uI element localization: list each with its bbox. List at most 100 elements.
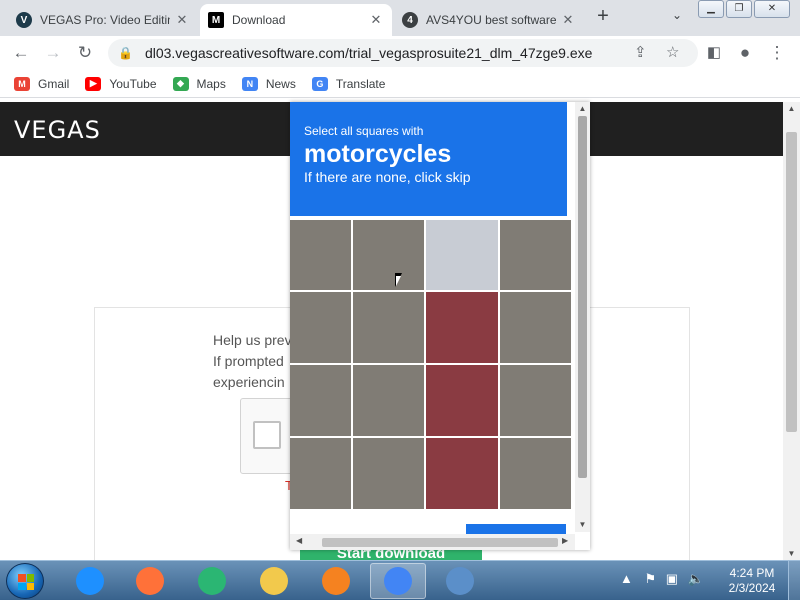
- captcha-footer: [290, 514, 575, 544]
- bookmark-label: YouTube: [109, 76, 157, 91]
- tab-download[interactable]: M Download ✕: [200, 4, 392, 36]
- tab-avs4you[interactable]: 4 AVS4YOU best software ✕: [394, 4, 584, 36]
- captcha-tile[interactable]: [353, 220, 424, 290]
- captcha-tile[interactable]: [500, 438, 571, 509]
- scroll-up-icon[interactable]: ▲: [786, 104, 797, 113]
- captcha-tile[interactable]: [290, 220, 351, 290]
- captcha-tile[interactable]: [290, 292, 351, 363]
- address-bar[interactable]: 🔒 dl03.vegascreativesoftware.com/trial_v…: [108, 39, 698, 67]
- mouse-cursor-fill: [396, 276, 401, 286]
- taskbar-app[interactable]: [432, 563, 488, 599]
- bookmark-maps[interactable]: ◆ Maps: [172, 76, 226, 91]
- captcha-header: Select all squares with motorcycles If t…: [290, 102, 567, 216]
- clock[interactable]: 4:24 PM 2/3/2024: [722, 566, 782, 596]
- vegas-logo[interactable]: VEGAS: [14, 116, 101, 144]
- captcha-tile[interactable]: [500, 365, 571, 436]
- network-icon[interactable]: ▣: [666, 571, 678, 586]
- captcha-target: motorcycles: [304, 140, 452, 168]
- back-arrow-icon[interactable]: ←: [10, 42, 32, 64]
- captcha-tile[interactable]: [353, 438, 424, 509]
- chevron-down-icon[interactable]: ⌄: [672, 8, 682, 22]
- scroll-right-icon[interactable]: ▶: [562, 536, 568, 545]
- taskbar-app[interactable]: [122, 563, 178, 599]
- file-explorer-icon: [260, 567, 288, 595]
- close-icon[interactable]: ✕: [560, 12, 576, 28]
- bookmark-gmail[interactable]: M Gmail: [14, 76, 70, 91]
- bookmark-youtube[interactable]: ▶ YouTube: [85, 76, 157, 91]
- page-scrollbar[interactable]: ▲ ▼: [783, 102, 800, 560]
- clock-time: 4:24 PM: [729, 566, 775, 580]
- flag-icon[interactable]: ⚑: [645, 571, 657, 586]
- taskbar-app[interactable]: [308, 563, 364, 599]
- minimize-button[interactable]: ▁: [698, 0, 724, 18]
- captcha-tile[interactable]: [353, 365, 424, 436]
- medium-favicon-icon: M: [208, 12, 224, 28]
- remote-desktop-icon: [446, 567, 474, 595]
- captcha-tile[interactable]: [426, 438, 498, 509]
- news-icon: N: [241, 76, 258, 91]
- vegas-favicon-icon: V: [16, 12, 32, 28]
- bookmark-label: Maps: [196, 76, 226, 91]
- captcha-horizontal-scrollbar[interactable]: ◀ ▶: [290, 534, 575, 550]
- recaptcha-checkbox[interactable]: [253, 421, 281, 449]
- share-icon[interactable]: ⇪: [634, 43, 647, 61]
- tab-vegas-pro[interactable]: V VEGAS Pro: Video Editing ✕: [8, 4, 198, 36]
- taskbar-app[interactable]: [370, 563, 426, 599]
- star-icon[interactable]: ☆: [666, 43, 679, 61]
- captcha-tile[interactable]: [426, 220, 498, 290]
- volume-muted-icon[interactable]: 🔈: [688, 571, 704, 586]
- scroll-left-icon[interactable]: ◀: [296, 536, 302, 545]
- media-player-icon: [322, 567, 350, 595]
- tab-strip: V VEGAS Pro: Video Editing ✕ M Download …: [0, 0, 800, 36]
- scroll-down-icon[interactable]: ▼: [575, 520, 590, 529]
- avs4you-favicon-icon: 4: [402, 12, 418, 28]
- taskbar-app[interactable]: [246, 563, 302, 599]
- scroll-down-icon[interactable]: ▼: [786, 549, 797, 558]
- close-icon[interactable]: ✕: [368, 12, 384, 28]
- show-hidden-icons-icon[interactable]: ▲: [620, 571, 633, 586]
- firefox-icon: [136, 567, 164, 595]
- side-panel-icon[interactable]: ◧: [703, 42, 725, 64]
- youtube-icon: ▶: [85, 76, 102, 91]
- scroll-thumb[interactable]: [322, 538, 558, 547]
- captcha-tile[interactable]: [426, 365, 498, 436]
- captcha-tile[interactable]: [500, 220, 571, 290]
- tab-title: AVS4YOU best software: [426, 13, 556, 27]
- system-tray: ▲ ⚑ ▣ 🔈: [620, 571, 704, 587]
- edge-icon: [198, 567, 226, 595]
- browser-toolbar: ← → ↻ 🔒 dl03.vegascreativesoftware.com/t…: [0, 36, 800, 70]
- captcha-challenge: Select all squares with motorcycles If t…: [290, 102, 590, 550]
- windows-logo-icon: [18, 574, 34, 590]
- lock-icon[interactable]: 🔒: [118, 46, 133, 60]
- windows-taskbar: ▲ ⚑ ▣ 🔈 4:24 PM 2/3/2024: [0, 560, 800, 600]
- captcha-tile[interactable]: [290, 438, 351, 509]
- bookmark-news[interactable]: N News: [241, 76, 296, 91]
- chrome-icon: [384, 567, 412, 595]
- reload-icon[interactable]: ↻: [74, 42, 96, 64]
- show-desktop-button[interactable]: [788, 561, 800, 600]
- maximize-button[interactable]: ❐: [726, 0, 752, 18]
- screen: V VEGAS Pro: Video Editing ✕ M Download …: [0, 0, 800, 600]
- captcha-tile[interactable]: [426, 292, 498, 363]
- scroll-up-icon[interactable]: ▲: [575, 104, 590, 113]
- captcha-tile[interactable]: [290, 365, 351, 436]
- scroll-thumb[interactable]: [786, 132, 797, 432]
- close-icon[interactable]: ✕: [174, 12, 190, 28]
- taskbar-app[interactable]: [184, 563, 240, 599]
- address-text[interactable]: dl03.vegascreativesoftware.com/trial_veg…: [145, 45, 592, 61]
- bookmark-label: Gmail: [38, 76, 70, 91]
- captcha-vertical-scrollbar[interactable]: ▲ ▼: [575, 102, 590, 532]
- captcha-tile[interactable]: [353, 292, 424, 363]
- bookmark-translate[interactable]: G Translate: [311, 76, 385, 91]
- start-button[interactable]: [6, 563, 44, 599]
- forward-arrow-icon[interactable]: →: [42, 42, 64, 64]
- maps-icon: ◆: [172, 76, 189, 91]
- close-window-button[interactable]: ✕: [754, 0, 790, 18]
- menu-icon[interactable]: ⋮: [766, 42, 788, 64]
- scroll-thumb[interactable]: [578, 116, 587, 478]
- gmail-icon: M: [14, 76, 30, 91]
- captcha-tile[interactable]: [500, 292, 571, 363]
- taskbar-app[interactable]: [62, 563, 118, 599]
- new-tab-button[interactable]: +: [592, 6, 614, 28]
- profile-icon[interactable]: ●: [734, 42, 756, 64]
